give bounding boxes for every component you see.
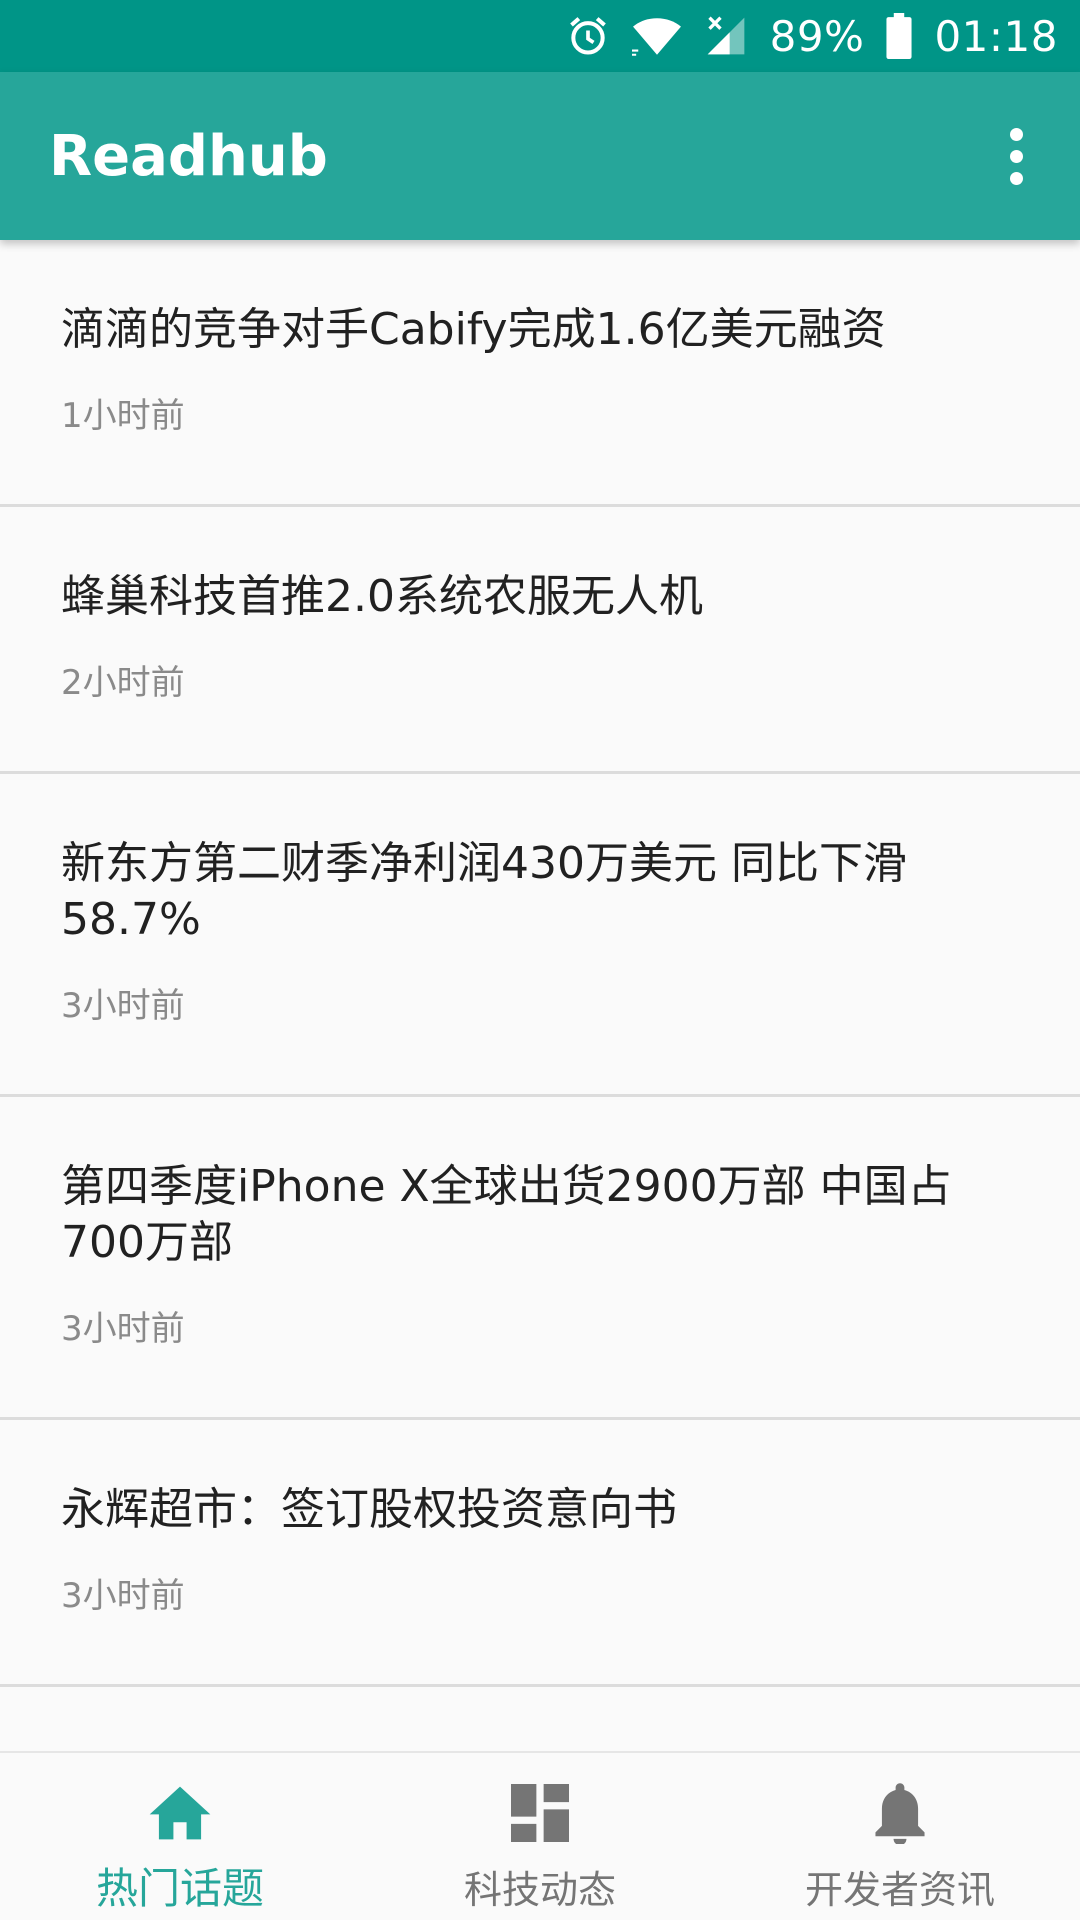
app-title: Readhub [49,123,328,189]
battery-icon [886,13,912,59]
news-time: 1小时前 [61,396,185,436]
news-title: 新东方第二财季净利润430万美元 同比下滑58.7% [61,838,907,945]
bell-icon [868,1781,932,1845]
news-time: 3小时前 [61,1576,185,1616]
list-item[interactable]: 第四季度iPhone X全球出货2900万部 中国占700万部 3小时前 [0,1097,1080,1420]
news-title: 第四季度iPhone X全球出货2900万部 中国占700万部 [61,1161,952,1268]
news-time: 2小时前 [61,663,185,703]
news-time: 3小时前 [61,1309,185,1349]
list-item[interactable]: 永辉超市：签订股权投资意向书 3小时前 [0,1420,1080,1687]
news-title: 永辉超市：签订股权投资意向书 [61,1484,677,1535]
tab-tech-news[interactable]: 科技动态 [360,1753,720,1920]
tab-label: 开发者资讯 [804,1868,995,1912]
clock: 01:18 [934,11,1058,61]
battery-percent: 89% [769,11,865,61]
overflow-menu-icon[interactable] [988,108,1044,204]
dashboard-icon [508,1781,572,1845]
home-icon [148,1781,212,1845]
status-bar: 89% 01:18 [0,0,1080,72]
list-item[interactable]: 新东方第二财季净利润430万美元 同比下滑58.7% 3小时前 [0,774,1080,1097]
cell-signal-icon [704,14,748,58]
tab-developer-news[interactable]: 开发者资讯 [720,1753,1080,1920]
tab-label: 热门话题 [95,1864,264,1913]
news-time: 3小时前 [61,986,185,1026]
news-title: 滴滴的竞争对手Cabify完成1.6亿美元融资 [61,304,886,355]
bottom-navigation: 热门话题 科技动态 开发者资讯 [0,1751,1080,1920]
tab-label: 科技动态 [463,1868,616,1912]
alarm-icon [566,14,610,58]
list-item[interactable]: 滴滴的竞争对手Cabify完成1.6亿美元融资 1小时前 [0,240,1080,507]
list-item[interactable]: 蜂巢科技首推2.0系统农服无人机 2小时前 [0,507,1080,774]
news-title: 蜂巢科技首推2.0系统农服无人机 [61,571,703,622]
wifi-icon [631,14,682,58]
app-bar: Readhub [0,72,1080,240]
tab-hot-topics[interactable]: 热门话题 [0,1753,360,1920]
news-feed[interactable]: 滴滴的竞争对手Cabify完成1.6亿美元融资 1小时前 蜂巢科技首推2.0系统… [0,240,1080,1751]
